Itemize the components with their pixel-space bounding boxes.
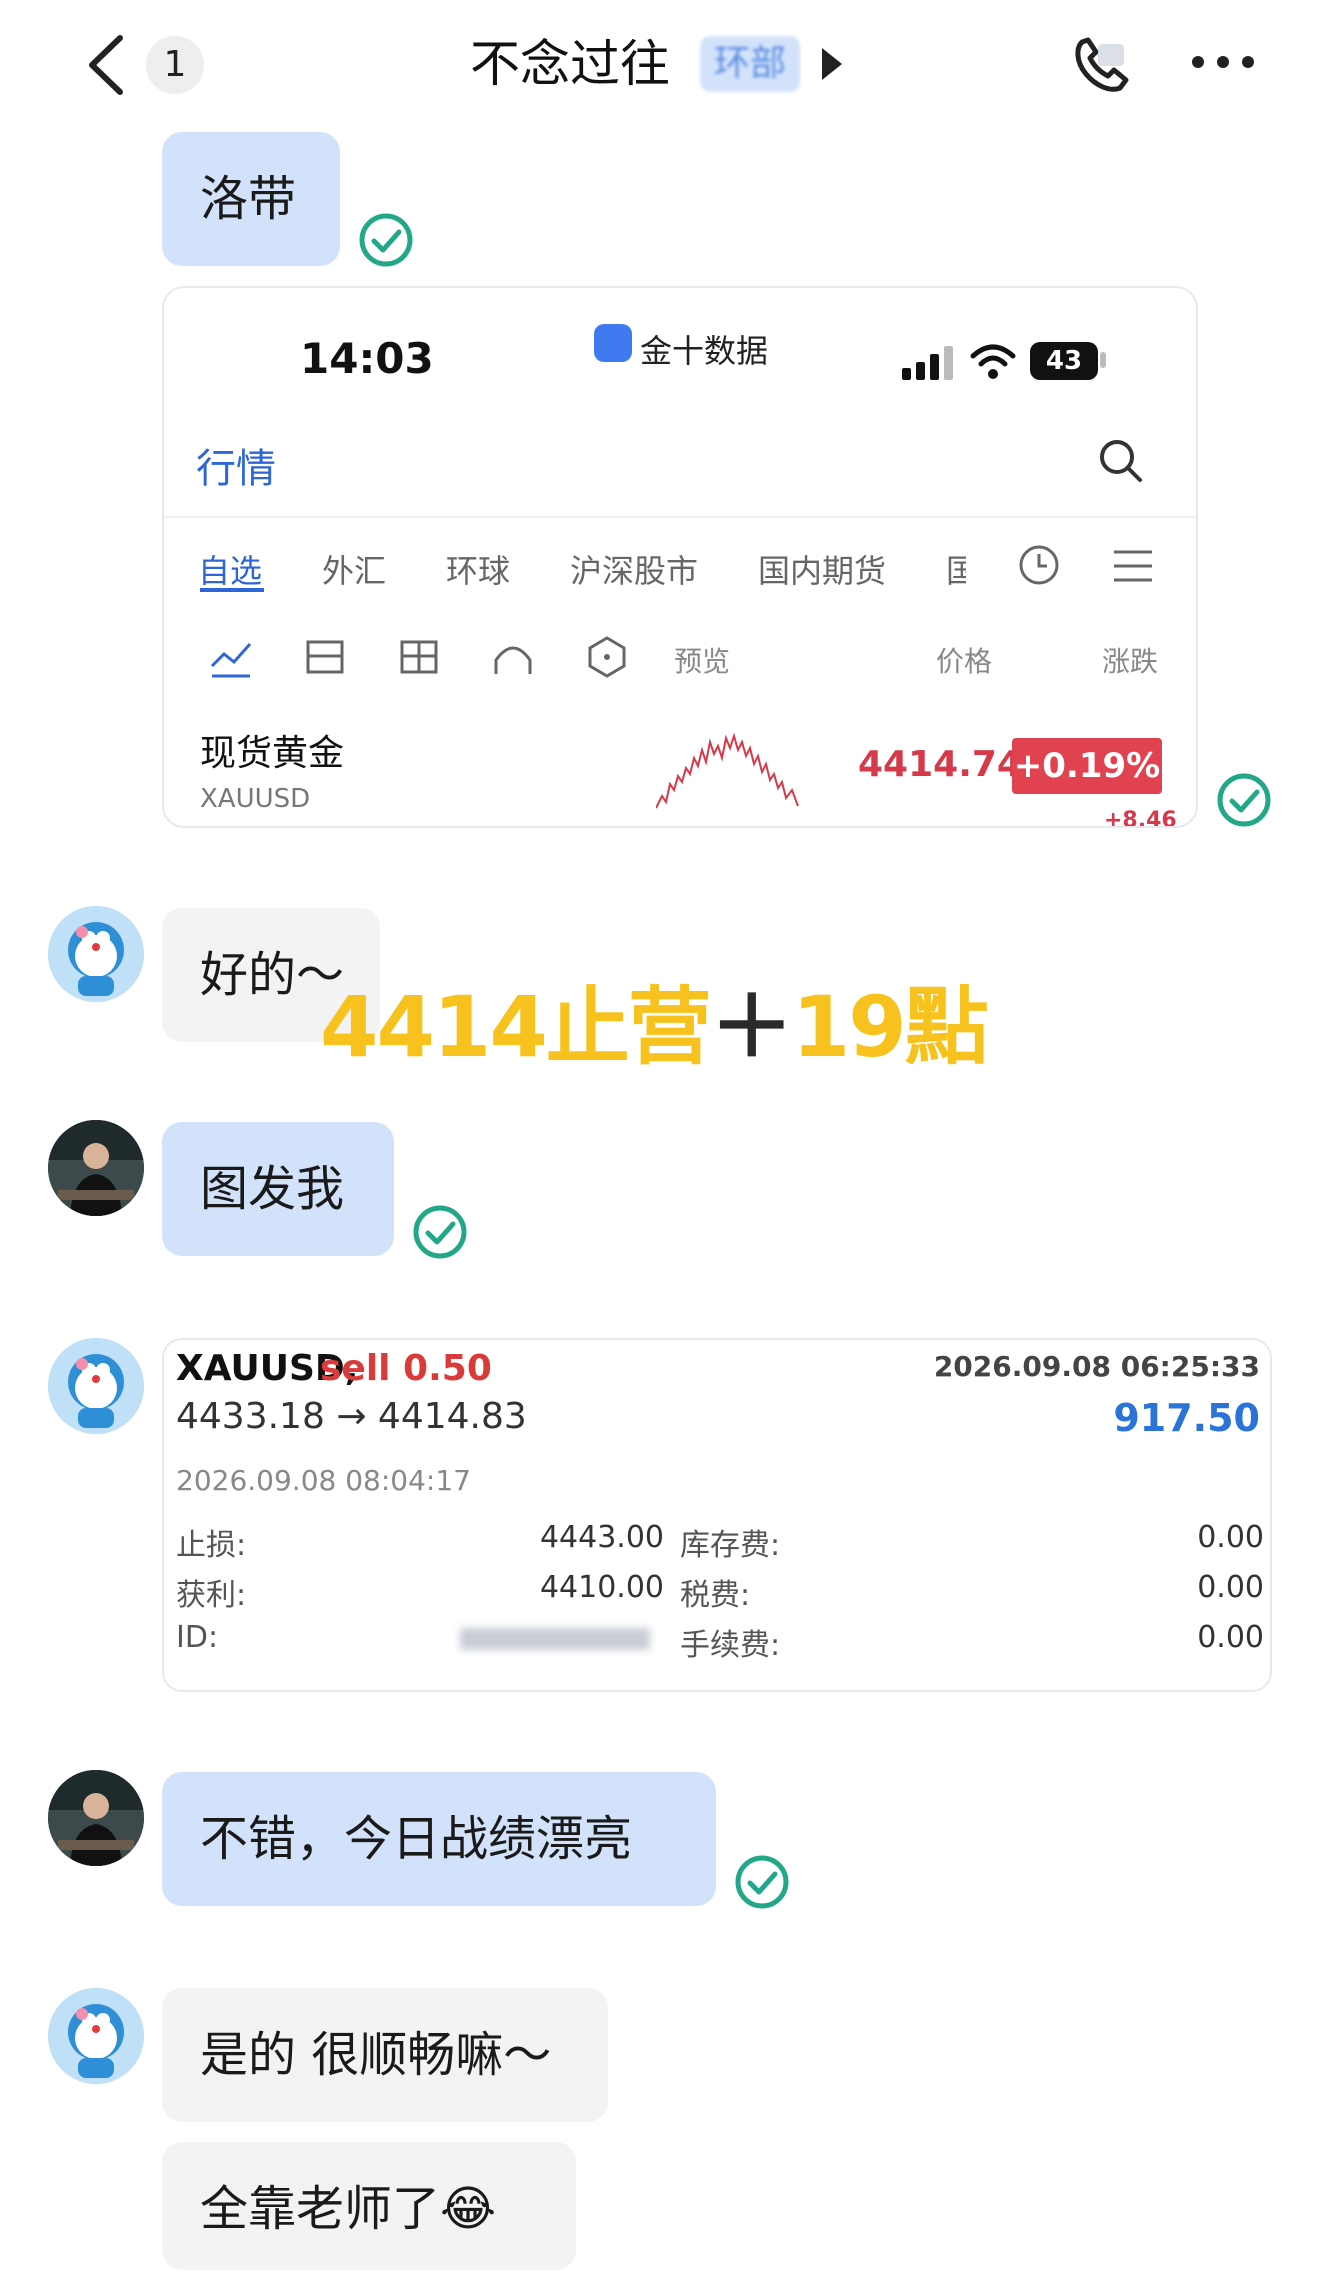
user-avatar[interactable] bbox=[48, 1120, 144, 1216]
battery-tip bbox=[1100, 352, 1106, 368]
price-sparkline bbox=[656, 732, 799, 809]
read-check-icon bbox=[359, 213, 413, 267]
fee-label: 手续费: bbox=[680, 1628, 781, 1663]
grid-panel-icon bbox=[400, 640, 438, 674]
hexagon-icon bbox=[588, 636, 626, 678]
column-change: 涨跌 bbox=[1102, 645, 1159, 678]
take-profit-value: 4410.00 bbox=[539, 1570, 664, 1605]
doraemon-avatar[interactable] bbox=[48, 1338, 144, 1434]
read-check-icon bbox=[1217, 773, 1271, 827]
source-app-name: 金十数据 bbox=[640, 332, 769, 370]
overlay-part1: 4414止营 bbox=[320, 978, 712, 1076]
message-bubble-received[interactable]: 是的 很顺畅嘛～ bbox=[162, 1988, 608, 2122]
single-panel-icon bbox=[306, 640, 344, 674]
tab-watchlist: 自选 bbox=[198, 552, 263, 590]
swap-value: 0.00 bbox=[1197, 1520, 1264, 1555]
battery-icon: 43 bbox=[1030, 342, 1098, 380]
message-bubble-sent[interactable]: 图发我 bbox=[162, 1122, 394, 1256]
id-label: ID: bbox=[176, 1620, 219, 1655]
unread-count-badge[interactable]: 1 bbox=[146, 36, 204, 94]
menu-icon bbox=[1114, 550, 1152, 582]
trade-close-time: 2026.09.08 06:25:33 bbox=[933, 1350, 1260, 1383]
back-arrow-icon[interactable] bbox=[80, 30, 140, 100]
fee-value: 0.00 bbox=[1197, 1620, 1264, 1655]
shared-screenshot-image[interactable]: 14:03 金十数据 43 行情 自选 外汇 环球 沪深股市 国内期货 国 bbox=[162, 286, 1198, 828]
tab-global: 环球 bbox=[446, 552, 511, 590]
tab-more: 国 bbox=[946, 546, 966, 592]
tab-futures: 国内期货 bbox=[758, 552, 887, 590]
instrument-name: 现货黄金 bbox=[200, 733, 345, 774]
overlay-plus: ＋ bbox=[709, 978, 794, 1076]
read-check-icon bbox=[413, 1205, 467, 1259]
stop-loss-value: 4443.00 bbox=[539, 1520, 664, 1555]
overlay-part2: 19點 bbox=[791, 978, 989, 1076]
app-logo-icon bbox=[594, 324, 632, 362]
swap-label: 库存费: bbox=[680, 1528, 781, 1563]
trade-prices: 4433.18 → 4414.83 bbox=[176, 1396, 527, 1437]
divider bbox=[164, 516, 1196, 518]
instrument-code: XAUUSD bbox=[200, 784, 311, 814]
signal-icon bbox=[902, 346, 953, 380]
change-points: +8.46 bbox=[1104, 808, 1177, 828]
take-profit-label: 获利: bbox=[176, 1578, 247, 1613]
status-time: 14:03 bbox=[300, 334, 434, 383]
page-title: 行情 bbox=[196, 446, 276, 492]
read-check-icon bbox=[735, 1855, 789, 1909]
tab-forex: 外汇 bbox=[322, 552, 387, 590]
trend-line-icon bbox=[210, 643, 252, 678]
chat-title[interactable]: 不念过往 bbox=[470, 26, 670, 102]
more-options-icon[interactable] bbox=[1188, 52, 1258, 72]
tax-value: 0.00 bbox=[1197, 1570, 1264, 1605]
trade-record-image[interactable]: XAUUSD, sell 0.50 2026.09.08 06:25:33 44… bbox=[162, 1338, 1272, 1692]
column-preview: 预览 bbox=[674, 645, 731, 678]
message-bubble-received[interactable]: 全靠老师了😂 bbox=[162, 2142, 576, 2270]
instrument-price: 4414.74 bbox=[858, 744, 1022, 785]
trade-side: sell 0.50 bbox=[320, 1348, 492, 1389]
wifi-icon bbox=[970, 344, 1016, 379]
phone-call-icon[interactable] bbox=[1068, 32, 1134, 98]
clock-icon bbox=[1019, 545, 1059, 585]
stop-loss-label: 止损: bbox=[176, 1528, 247, 1563]
message-bubble-sent[interactable]: 洛带 bbox=[162, 132, 340, 266]
search-icon bbox=[1100, 440, 1142, 482]
trade-profit: 917.50 bbox=[1113, 1396, 1260, 1440]
tax-label: 税费: bbox=[680, 1578, 751, 1613]
user-avatar[interactable] bbox=[48, 1770, 144, 1866]
overlay-caption: 4414止营＋19點 bbox=[320, 960, 989, 1081]
redacted-id bbox=[460, 1628, 650, 1650]
doraemon-avatar[interactable] bbox=[48, 906, 144, 1002]
column-price: 价格 bbox=[936, 645, 993, 678]
title-expand-icon[interactable] bbox=[820, 44, 844, 84]
message-bubble-sent[interactable]: 不错，今日战绩漂亮 bbox=[162, 1772, 716, 1906]
change-percent-badge: +0.19% bbox=[1012, 738, 1162, 794]
trade-open-time: 2026.09.08 08:04:17 bbox=[176, 1464, 471, 1497]
group-tag: 环部 bbox=[700, 36, 800, 92]
doraemon-avatar[interactable] bbox=[48, 1988, 144, 2084]
tab-a-shares: 沪深股市 bbox=[570, 552, 699, 590]
arc-icon bbox=[494, 646, 532, 674]
tab-underline bbox=[200, 588, 264, 592]
